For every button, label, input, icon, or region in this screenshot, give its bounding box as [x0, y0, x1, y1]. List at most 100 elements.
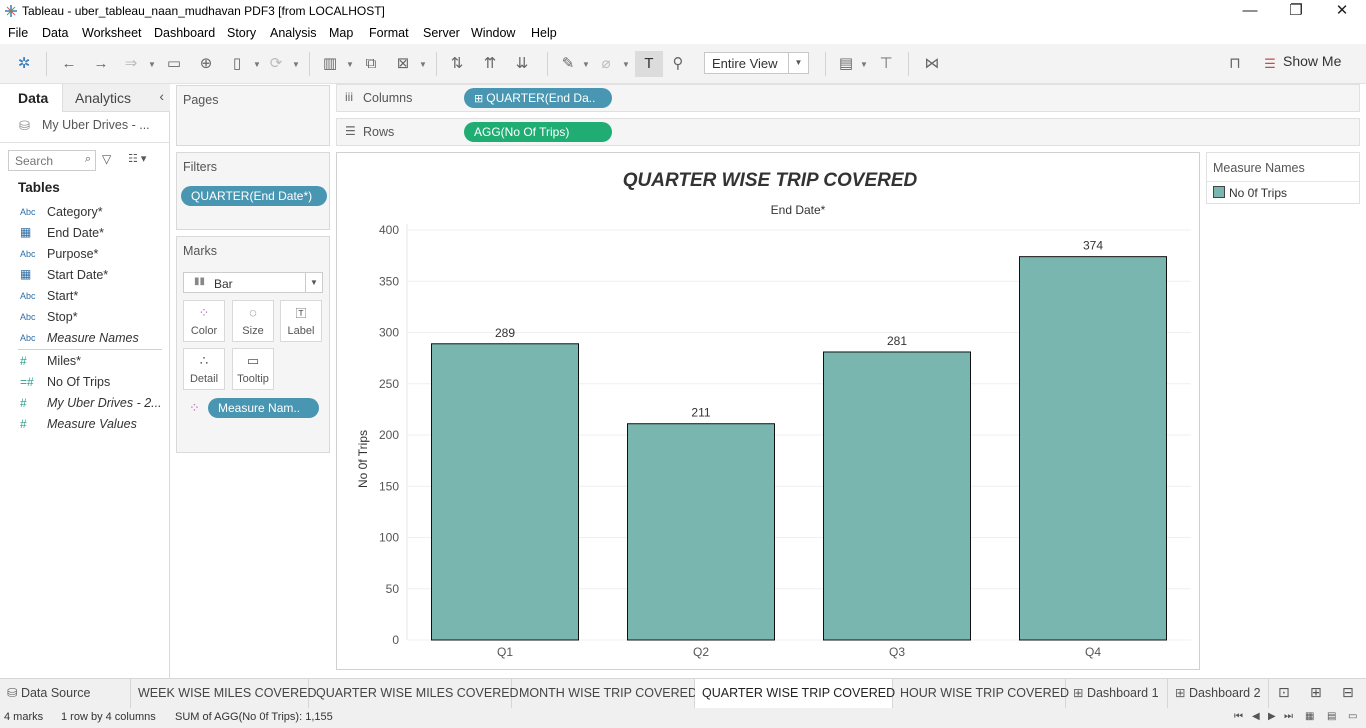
chevron-down-icon[interactable]: ▼: [788, 53, 808, 73]
sort-descending-icon[interactable]: ⇊: [511, 54, 533, 74]
show-mark-labels-icon[interactable]: T: [635, 51, 663, 77]
sheet-sorter-icon[interactable]: ▦: [1305, 711, 1314, 722]
menu-server[interactable]: Server: [423, 26, 460, 40]
tab-analytics[interactable]: Analytics ‹: [62, 84, 170, 112]
sheet-nav-prev-icon[interactable]: ◀: [1252, 711, 1260, 722]
menu-analysis[interactable]: Analysis: [270, 26, 317, 40]
field-miles[interactable]: Miles*: [47, 354, 81, 368]
measure-names-pill[interactable]: Measure Nam..: [208, 398, 319, 418]
field-no-of-trips[interactable]: No Of Trips: [47, 375, 110, 389]
expand-icon[interactable]: ⊞: [474, 93, 486, 105]
show-cards-icon[interactable]: ▤: [835, 54, 857, 74]
new-datasource-icon[interactable]: ⊕: [195, 54, 217, 74]
tooltip-button[interactable]: ▭ Tooltip: [232, 348, 274, 390]
tab-quarter-wise-trip[interactable]: QUARTER WISE TRIP COVERED: [695, 679, 895, 708]
detail-button[interactable]: ∴ Detail: [183, 348, 225, 390]
field-measure-values[interactable]: Measure Values: [47, 417, 137, 431]
show-me-button[interactable]: Show Me: [1283, 53, 1341, 69]
tableau-home-icon[interactable]: ✲: [13, 54, 35, 74]
field-start[interactable]: Start*: [47, 289, 78, 303]
sort-ascending-icon[interactable]: ⇈: [479, 54, 501, 74]
close-window-button[interactable]: ✕: [1319, 0, 1365, 22]
color-legend[interactable]: Measure Names No 0f Trips: [1206, 152, 1360, 204]
menu-file[interactable]: File: [8, 26, 28, 40]
tab-week-wise-miles[interactable]: WEEK WISE MILES COVERED: [131, 679, 317, 708]
color-label: Color: [190, 325, 218, 337]
field-search-input[interactable]: ⌕: [8, 150, 96, 171]
filters-card[interactable]: Filters QUARTER(End Date*): [176, 152, 330, 230]
menu-help[interactable]: Help: [531, 26, 557, 40]
highlight-icon[interactable]: ✎: [557, 54, 579, 74]
columns-pill[interactable]: ⊞ QUARTER(End Da..: [464, 88, 612, 108]
redo-icon[interactable]: →: [90, 54, 112, 74]
presentation-mode-icon[interactable]: ⊤: [875, 54, 897, 74]
field-measure-names[interactable]: Measure Names: [47, 331, 139, 345]
filter-pill[interactable]: QUARTER(End Date*): [181, 186, 327, 206]
field-end-date[interactable]: End Date*: [47, 226, 104, 240]
fix-axes-icon[interactable]: ⚲: [667, 54, 689, 74]
field-start-date[interactable]: Start Date*: [47, 268, 108, 282]
sheet-nav-last-icon[interactable]: ⏭: [1284, 711, 1293, 722]
columns-shelf[interactable]: iii Columns ⊞ QUARTER(End Da..: [336, 84, 1360, 112]
view-options-icon[interactable]: ☷ ▾: [128, 152, 146, 165]
save-icon[interactable]: ▭: [163, 54, 185, 74]
new-story-tab-icon[interactable]: ⊟: [1342, 684, 1354, 701]
filter-icon[interactable]: ▽: [102, 152, 111, 166]
bar[interactable]: [431, 343, 579, 641]
format-painter-icon[interactable]: ⊓: [1224, 54, 1246, 74]
size-button[interactable]: ◌ Size: [232, 300, 274, 342]
menu-data[interactable]: Data: [42, 26, 68, 40]
new-worksheet-tab-icon[interactable]: ⊡: [1278, 684, 1290, 701]
menu-worksheet[interactable]: Worksheet: [82, 26, 142, 40]
undo-icon[interactable]: ←: [58, 54, 80, 74]
new-dashboard-tab-icon[interactable]: ⊞: [1310, 684, 1322, 701]
menu-story[interactable]: Story: [227, 26, 256, 40]
bar[interactable]: [627, 423, 775, 641]
bar[interactable]: [823, 351, 971, 641]
group-members-icon[interactable]: ⌀: [595, 54, 617, 74]
bar[interactable]: [1019, 256, 1167, 641]
rows-shelf[interactable]: ☰ Rows AGG(No Of Trips): [336, 118, 1360, 146]
menu-map[interactable]: Map: [329, 26, 353, 40]
color-button[interactable]: ⁘ Color: [183, 300, 225, 342]
field-record-count[interactable]: My Uber Drives - 2...: [47, 396, 162, 410]
collapse-pane-icon[interactable]: ‹: [159, 88, 164, 104]
pause-updates-icon[interactable]: ▯: [226, 54, 248, 74]
minimize-button[interactable]: —: [1227, 0, 1273, 22]
tab-data-source[interactable]: ⛁ Data Source: [0, 679, 131, 708]
field-category[interactable]: Category*: [47, 205, 103, 219]
share-icon[interactable]: ⋈: [921, 54, 943, 74]
tab-hour-wise-trip[interactable]: HOUR WISE TRIP COVERED: [893, 679, 1069, 708]
tab-dashboard-1[interactable]: ⊞ Dashboard 1: [1066, 679, 1168, 708]
duplicate-sheet-icon[interactable]: ⧉: [360, 54, 382, 74]
menu-bar: File Data Worksheet Dashboard Story Anal…: [0, 22, 1366, 44]
tab-dashboard-2[interactable]: ⊞ Dashboard 2: [1168, 679, 1269, 708]
chevron-down-icon[interactable]: ▼: [305, 273, 322, 292]
sheet-nav-next-icon[interactable]: ▶: [1268, 711, 1276, 722]
mark-type-select[interactable]: ▮▮ Bar ▼: [183, 272, 323, 293]
field-stop[interactable]: Stop*: [47, 310, 78, 324]
replay-icon[interactable]: ⇒: [120, 54, 142, 74]
field-purpose[interactable]: Purpose*: [47, 247, 98, 261]
label-button[interactable]: 🅃 Label: [280, 300, 322, 342]
rows-pill[interactable]: AGG(No Of Trips): [464, 122, 612, 142]
film-strip-icon[interactable]: ▤: [1327, 711, 1336, 722]
search-input[interactable]: [9, 151, 79, 170]
menu-window[interactable]: Window: [471, 26, 515, 40]
datasource-name[interactable]: My Uber Drives - ...: [42, 118, 150, 132]
menu-format[interactable]: Format: [369, 26, 409, 40]
tab-quarter-wise-miles[interactable]: QUARTER WISE MILES COVERED: [309, 679, 519, 708]
sheet-nav-first-icon[interactable]: ⏮: [1234, 711, 1243, 722]
new-worksheet-icon[interactable]: ▥: [319, 54, 341, 74]
restore-button[interactable]: ❐: [1273, 0, 1319, 22]
pages-card[interactable]: Pages: [176, 85, 330, 146]
tab-data[interactable]: Data: [0, 84, 62, 112]
legend-swatch: [1213, 186, 1225, 198]
tab-month-wise-trip[interactable]: MONTH WISE TRIP COVERED: [512, 679, 697, 708]
clear-sheet-icon[interactable]: ⊠: [392, 54, 414, 74]
tab-view-icon[interactable]: ▭: [1348, 711, 1357, 722]
view-fit-select[interactable]: Entire View ▼: [704, 52, 809, 74]
refresh-icon[interactable]: ⟳: [265, 54, 287, 74]
swap-rows-columns-icon[interactable]: ⇅: [446, 54, 468, 74]
menu-dashboard[interactable]: Dashboard: [154, 26, 215, 40]
